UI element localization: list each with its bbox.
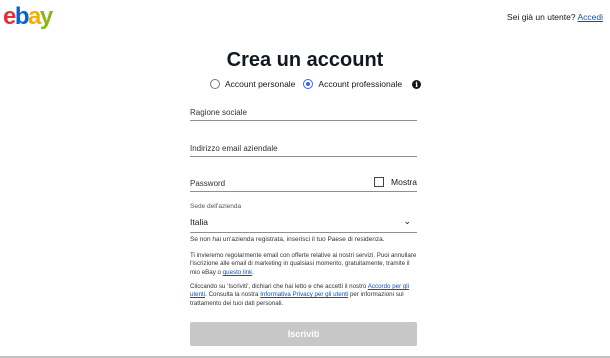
show-password-label: Mostra [391, 177, 417, 187]
signin-prompt-text: Sei già un utente? [507, 12, 576, 22]
personal-account-label[interactable]: Account personale [225, 79, 295, 89]
business-email-field[interactable]: Indirizzo email aziendale [190, 140, 417, 157]
company-name-field[interactable]: Ragione sociale [190, 104, 417, 121]
unsubscribe-link[interactable]: questo link [223, 269, 253, 276]
terms-prefix: Cliccando su 'Iscriviti', dichiari che h… [190, 283, 367, 290]
terms-notice: Cliccando su 'Iscriviti', dichiari che h… [190, 283, 420, 308]
page-title: Crea un account [226, 49, 384, 71]
logo-letter-e: e [3, 3, 16, 30]
account-type-selector: Account personale Account professionale … [210, 79, 422, 89]
company-name-placeholder: Ragione sociale [190, 108, 247, 117]
country-label: Sede dell'azienda [190, 203, 242, 210]
logo-letter-b: b [14, 3, 30, 30]
password-placeholder: Password [190, 179, 226, 188]
terms-middle: . Consulta la nostra [205, 291, 259, 299]
marketing-end: . [252, 268, 255, 276]
register-button[interactable]: Iscriviti [190, 322, 417, 346]
country-help-text: Se non hai un'azienda registrata, inseri… [190, 236, 385, 243]
country-select[interactable]: Sede dell'azienda Italia ⌄ [190, 203, 417, 233]
password-field[interactable]: Password Mostra [190, 175, 417, 192]
personal-account-radio[interactable] [210, 79, 220, 89]
ebay-logo[interactable]: ebay [3, 3, 53, 31]
signin-prompt: Sei già un utente? Accedi [507, 12, 603, 22]
logo-letter-y: y [39, 3, 53, 30]
privacy-policy-link[interactable]: Informativa Privacy per gli utenti [260, 291, 348, 298]
logo-letter-a: a [28, 3, 41, 30]
info-icon[interactable]: i [412, 79, 422, 89]
business-account-label[interactable]: Account professionale [318, 79, 402, 89]
signin-link[interactable]: Accedi [577, 12, 603, 22]
show-password-toggle[interactable]: Mostra [374, 177, 417, 187]
business-email-placeholder: Indirizzo email aziendale [190, 144, 278, 153]
marketing-notice: Ti invieremo regolarmente email con offe… [190, 252, 420, 277]
chevron-down-icon: ⌄ [403, 216, 411, 226]
business-account-radio[interactable] [303, 79, 314, 89]
country-value: Italia [190, 217, 208, 227]
show-password-checkbox[interactable] [374, 177, 385, 187]
